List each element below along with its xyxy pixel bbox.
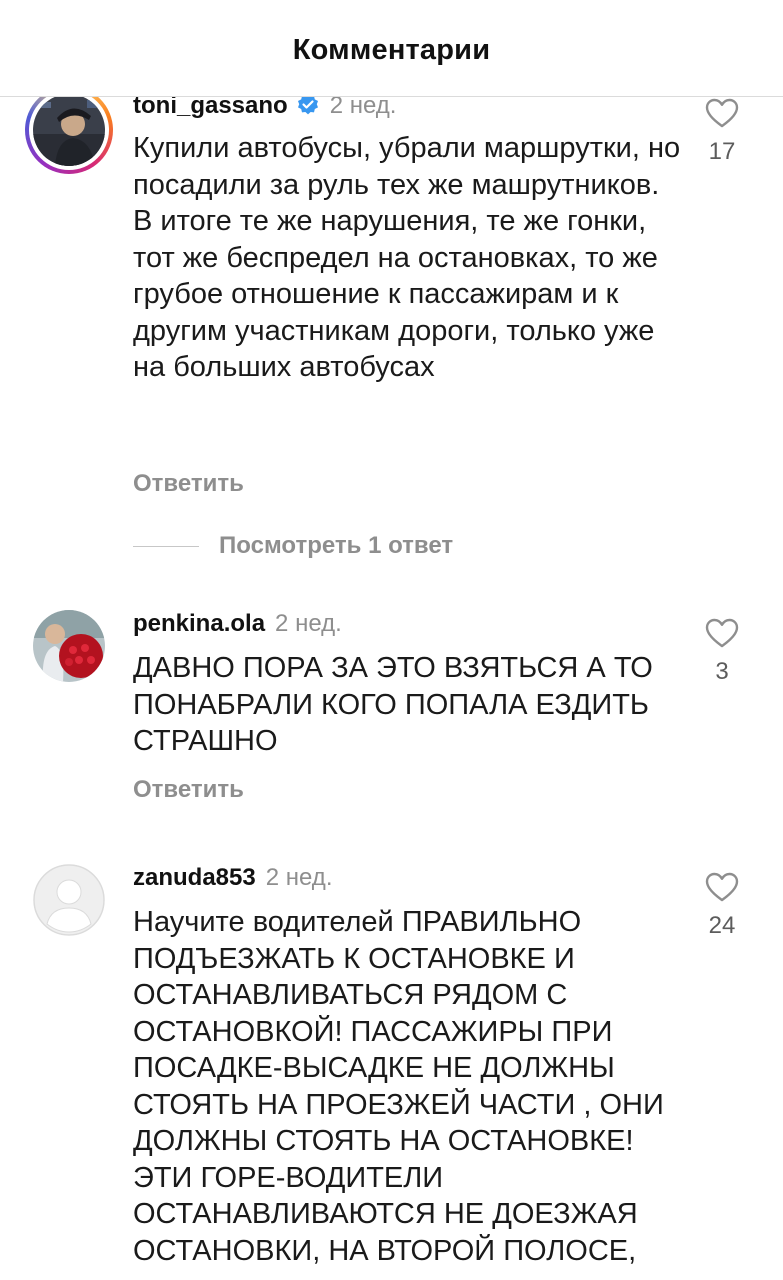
comment-text: ДАВНО ПОРА ЗА ЭТО ВЗЯТЬСЯ А ТО ПОНАБРАЛИ… (133, 652, 653, 757)
username[interactable]: zanuda853 (133, 864, 256, 891)
comment-time: 2 нед. (265, 864, 333, 891)
comment-meta: zanuda853 2 нед. (133, 864, 332, 892)
avatar-photo (33, 96, 105, 166)
comment-time: 2 нед. (329, 96, 397, 119)
comment-time: 2 нед. (275, 610, 342, 637)
username[interactable]: toni_gassano (133, 96, 288, 119)
view-replies-button[interactable]: Посмотреть 1 ответ (133, 532, 453, 560)
page-title: Комментарии (292, 34, 491, 66)
heart-outline-icon (705, 872, 739, 902)
like-count: 17 (708, 138, 736, 165)
avatar-photo (33, 610, 105, 682)
like-count: 24 (708, 912, 736, 939)
default-avatar-icon (33, 864, 105, 936)
heart-outline-icon (705, 98, 739, 128)
comment-text: Купили автобусы, убрали маршрутки, но по… (133, 132, 681, 383)
view-replies-label: Посмотреть 1 ответ (219, 532, 454, 559)
avatar (33, 96, 105, 166)
avatar[interactable] (33, 864, 105, 936)
comment-meta: toni_gassano 2 нед. (133, 96, 396, 124)
reply-button[interactable]: Ответить (133, 470, 244, 498)
header: Комментарии (0, 0, 783, 97)
comment-text: Научите водителей ПРАВИЛЬНО ПОДЪЕЗЖАТЬ К… (133, 906, 664, 1267)
like-count: 3 (715, 658, 729, 685)
heart-outline-icon (705, 618, 739, 648)
like-button[interactable]: 17 (700, 98, 744, 166)
like-button[interactable]: 3 (700, 618, 744, 686)
reply-button[interactable]: Ответить (133, 776, 244, 804)
avatar[interactable] (33, 610, 105, 682)
comment-meta: penkina.ola 2 нед. (133, 610, 342, 638)
username[interactable]: penkina.ola (133, 610, 265, 637)
avatar-story-ring[interactable] (25, 96, 113, 174)
comments-screen: Комментарии toni_gassano 2 нед. Купили а… (0, 0, 783, 1280)
like-button[interactable]: 24 (700, 872, 744, 940)
comments-list[interactable]: toni_gassano 2 нед. Купили автобусы, убра… (0, 96, 783, 1280)
view-replies-divider (133, 546, 199, 548)
verified-badge-icon (296, 96, 320, 124)
